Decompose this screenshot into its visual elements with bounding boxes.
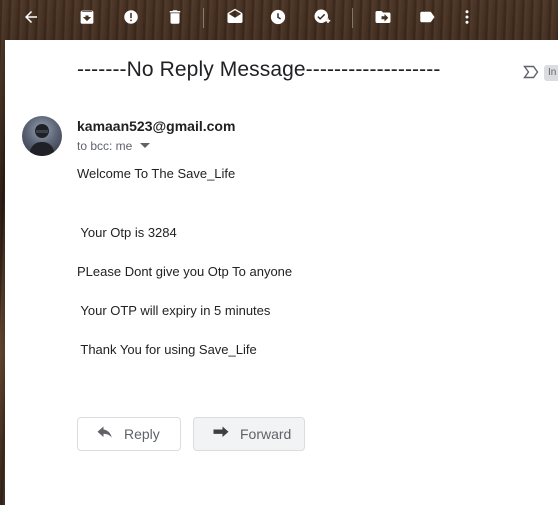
labels-button[interactable] [414, 5, 440, 29]
more-button[interactable] [454, 5, 480, 29]
reply-label: Reply [124, 426, 160, 442]
body-otp: Your Otp is 3284 [77, 225, 177, 240]
back-button[interactable] [18, 5, 44, 29]
mark-unread-icon [227, 8, 243, 23]
label-icon [420, 11, 435, 23]
important-marker-icon[interactable] [523, 65, 539, 79]
email-subject: -------No Reply Message-----------------… [77, 58, 441, 81]
body-expiry: Your OTP will expiry in 5 minutes [77, 303, 271, 318]
body-thanks: Thank You for using Save_Life [77, 342, 257, 357]
arrow-left-icon [25, 11, 37, 23]
label-chip[interactable]: In [544, 65, 558, 81]
toolbar-divider [352, 8, 353, 28]
reply-icon [96, 426, 114, 442]
delete-icon [169, 10, 181, 24]
subject-row: -------No Reply Message-----------------… [5, 58, 558, 88]
body-greeting: Welcome To The Save_Life [77, 166, 236, 181]
avatar[interactable] [22, 116, 62, 156]
move-to-button[interactable] [370, 5, 396, 29]
mark-unread-button[interactable] [222, 5, 248, 29]
chevron-down-icon[interactable] [140, 143, 151, 149]
recipients-line[interactable]: to bcc: me [77, 139, 151, 153]
forward-label: Forward [240, 426, 292, 442]
email-view: -------No Reply Message-----------------… [5, 40, 558, 505]
archive-button[interactable] [74, 5, 100, 29]
more-vert-icon [465, 10, 469, 24]
report-spam-icon [124, 10, 138, 24]
sender-email[interactable]: kamaan523@gmail.com [77, 118, 235, 134]
add-task-button[interactable] [309, 5, 335, 29]
archive-icon [80, 10, 94, 24]
toolbar-divider [203, 8, 204, 28]
forward-icon [212, 426, 230, 442]
report-spam-button[interactable] [118, 5, 144, 29]
avatar-image [29, 124, 55, 156]
add-task-icon [314, 9, 331, 23]
body-warning: PLease Dont give you Otp To anyone [77, 264, 293, 279]
reply-button[interactable]: Reply [77, 417, 181, 451]
snooze-icon [270, 9, 286, 25]
move-to-icon [375, 11, 391, 23]
snooze-button[interactable] [265, 5, 291, 29]
recipients-text: to bcc: me [77, 139, 133, 153]
delete-button[interactable] [162, 5, 188, 29]
toolbar [0, 0, 558, 36]
forward-button[interactable]: Forward [193, 417, 305, 451]
